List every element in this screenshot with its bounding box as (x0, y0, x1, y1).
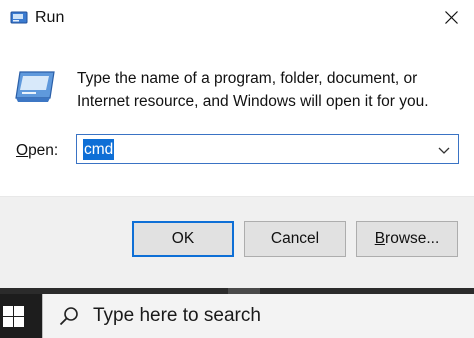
open-combobox[interactable]: cmd (76, 134, 459, 164)
title-bar[interactable]: Run (0, 0, 474, 38)
open-label: Open: (16, 142, 58, 160)
browse-label-rest: rowse... (385, 230, 440, 247)
window-title: Run (35, 9, 65, 26)
close-button[interactable] (428, 0, 474, 38)
search-placeholder: Type here to search (93, 305, 261, 326)
search-icon (59, 306, 79, 326)
button-bar: OK Cancel Browse... (0, 196, 474, 288)
run-program-icon (14, 68, 56, 104)
description-text: Type the name of a program, folder, docu… (77, 70, 429, 110)
open-label-mnemonic: O (16, 142, 29, 159)
run-dialog: Run Type the name of a program, folder, … (0, 0, 474, 288)
open-input-value[interactable]: cmd (83, 139, 115, 160)
taskbar: Type here to search (0, 288, 474, 338)
cancel-button[interactable]: Cancel (244, 221, 346, 257)
chevron-down-icon[interactable] (437, 143, 451, 157)
ok-button[interactable]: OK (132, 221, 234, 257)
close-icon (445, 11, 458, 24)
run-icon (10, 8, 28, 26)
dialog-content: Type the name of a program, folder, docu… (0, 38, 474, 196)
browse-button[interactable]: Browse... (356, 221, 458, 257)
open-label-rest: pen: (28, 142, 59, 159)
windows-logo-icon (3, 306, 24, 327)
start-button[interactable] (0, 294, 42, 338)
browse-mnemonic: B (374, 230, 386, 247)
taskbar-search-box[interactable]: Type here to search (42, 294, 474, 338)
